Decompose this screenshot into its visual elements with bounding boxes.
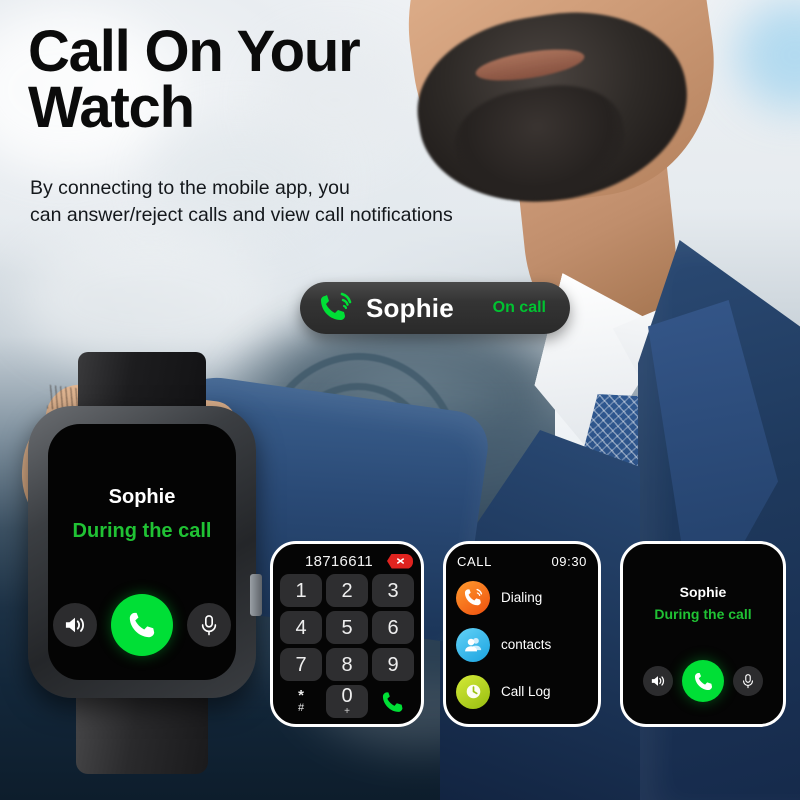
contacts-people-icon <box>456 627 490 662</box>
phone-icon <box>382 691 403 712</box>
subtitle-line-2: can answer/reject calls and view call no… <box>30 203 453 226</box>
menu-item-label: Call Log <box>501 684 551 699</box>
menu-item-contacts[interactable]: contacts <box>456 621 590 668</box>
key-label: 3 <box>387 579 399 602</box>
subtitle-line-1: By connecting to the mobile app, you <box>30 177 350 199</box>
key-label: 7 <box>295 653 307 676</box>
phone-icon <box>129 612 155 638</box>
page-subtitle: By connecting to the mobile app, you can… <box>30 175 480 229</box>
menu-items: Dialing contacts Call Log <box>456 574 590 720</box>
call-status: During the call <box>72 520 212 542</box>
key-label: 8 <box>341 653 353 676</box>
promo-banner: Call On Your Watch By connecting to the … <box>0 0 800 800</box>
dial-key[interactable]: 1 <box>280 574 322 607</box>
menu-item-call-log[interactable]: Call Log <box>456 668 590 715</box>
call-controls <box>623 660 783 702</box>
dial-key[interactable]: 2 <box>326 574 368 607</box>
key-label: 4 <box>295 616 307 639</box>
answer-call-button[interactable] <box>682 660 724 702</box>
mute-button[interactable] <box>187 603 231 647</box>
call-notification-banner: Sophie On call <box>300 282 570 334</box>
dial-key-zero[interactable]: 0 + <box>326 685 368 718</box>
dialer-display-row: 18716611 <box>273 551 421 571</box>
speaker-icon <box>651 676 665 686</box>
microphone-icon <box>742 674 754 689</box>
dialed-number: 18716611 <box>304 552 374 570</box>
dial-call-button[interactable] <box>372 685 414 718</box>
microphone-icon <box>201 615 217 636</box>
speaker-icon <box>65 617 84 633</box>
call-menu-panel: CALL 09:30 Dialing contacts Call Log <box>443 541 601 727</box>
key-label: 5 <box>341 616 353 639</box>
phone-ringing-icon <box>456 580 490 615</box>
key-label: 2 <box>341 579 353 602</box>
phone-ringing-icon <box>316 290 356 326</box>
status-time: 09:30 <box>551 553 587 569</box>
watch-side-button[interactable] <box>250 574 262 616</box>
dial-key[interactable]: 9 <box>372 648 414 681</box>
key-label: 6 <box>387 616 399 639</box>
menu-item-dialing[interactable]: Dialing <box>456 574 590 621</box>
menu-item-label: Dialing <box>501 590 543 605</box>
call-controls <box>48 594 236 656</box>
key-label: 0 <box>341 685 353 707</box>
phone-icon <box>694 672 712 690</box>
dial-key[interactable]: 3 <box>372 574 414 607</box>
key-label-plus: + <box>344 706 350 717</box>
during-call-panel: Sophie During the call <box>620 541 786 727</box>
dial-key[interactable]: 4 <box>280 611 322 644</box>
call-status: During the call <box>654 606 752 622</box>
watch-screen: Sophie During the call <box>48 424 236 680</box>
dial-key[interactable]: 8 <box>326 648 368 681</box>
clock-icon <box>456 674 490 709</box>
notification-status: On call <box>492 299 546 316</box>
key-label-star: * <box>298 687 304 705</box>
dial-key-star-hash[interactable]: * # <box>280 685 322 718</box>
key-label-hash: # <box>297 701 305 714</box>
backspace-delete-icon[interactable] <box>387 553 413 569</box>
speaker-button[interactable] <box>53 603 97 647</box>
watch-case: Sophie During the call <box>28 406 262 698</box>
dial-key[interactable]: 7 <box>280 648 322 681</box>
caller-name: Sophie <box>679 584 727 600</box>
answer-call-button[interactable] <box>111 594 173 656</box>
smartwatch-main: Sophie During the call <box>18 352 268 774</box>
mute-button[interactable] <box>733 666 763 696</box>
dial-key[interactable]: 5 <box>326 611 368 644</box>
dial-key[interactable]: 6 <box>372 611 414 644</box>
dialer-panel: 18716611 1 2 3 4 5 6 7 8 9 * # 0 + <box>270 541 424 727</box>
menu-title: CALL <box>457 553 492 569</box>
key-label: 1 <box>295 579 307 602</box>
dialpad: 1 2 3 4 5 6 7 8 9 * # 0 + <box>280 574 414 718</box>
notification-caller-name: Sophie <box>366 292 454 323</box>
key-label: 9 <box>387 653 399 676</box>
speaker-button[interactable] <box>643 666 673 696</box>
page-title: Call On Your Watch <box>28 19 361 140</box>
menu-item-label: contacts <box>501 637 552 652</box>
caller-name: Sophie <box>108 486 176 508</box>
menu-header: CALL 09:30 <box>457 552 587 570</box>
